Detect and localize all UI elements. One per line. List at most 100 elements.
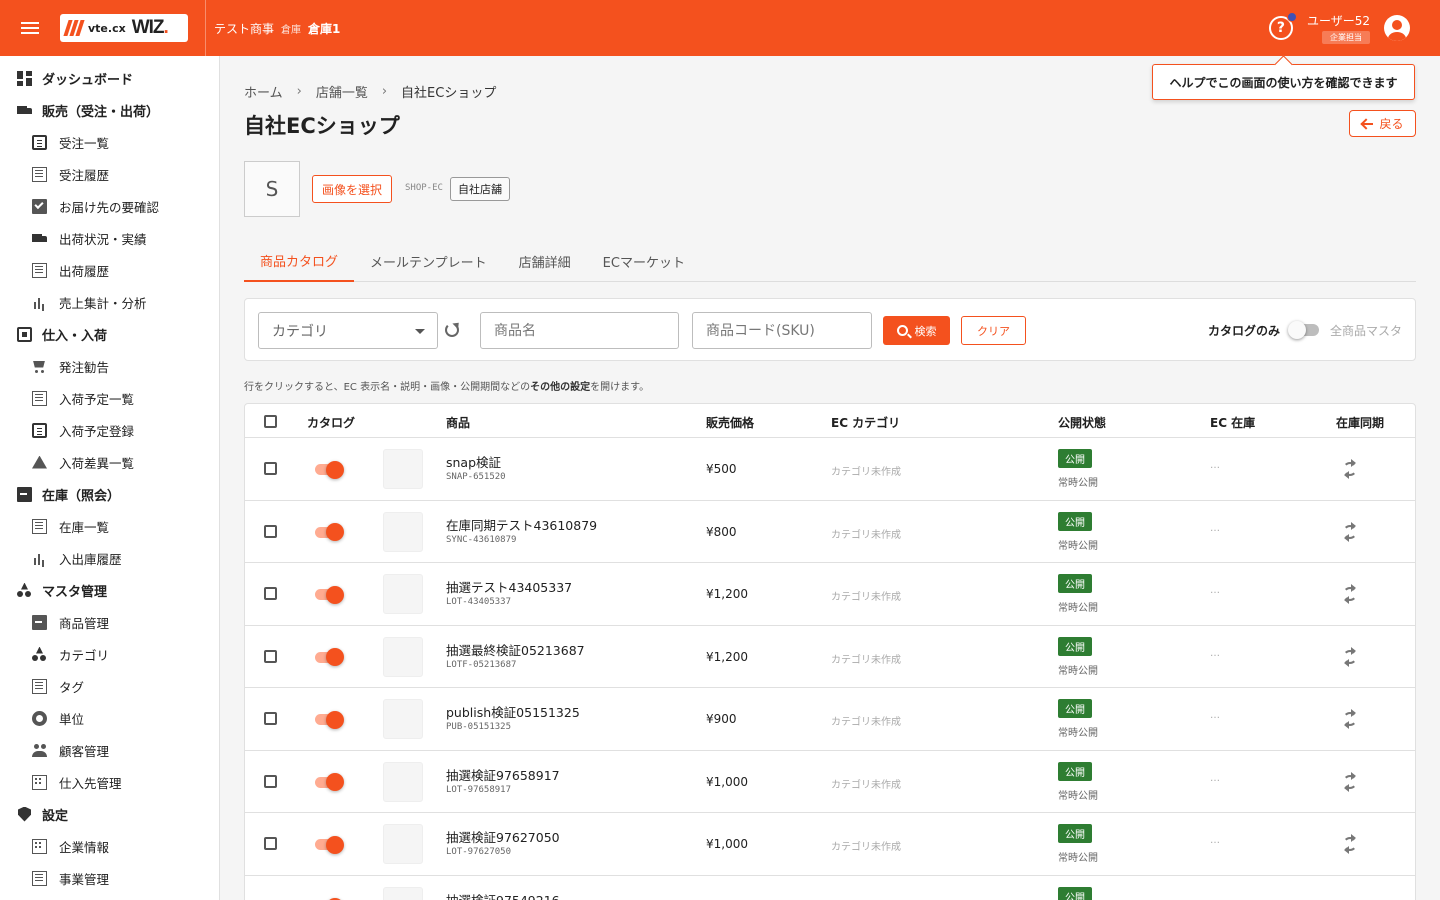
sidebar-item-products[interactable]: 商品管理: [0, 606, 219, 638]
row-checkbox[interactable]: [264, 712, 277, 725]
header-product[interactable]: 商品: [446, 414, 470, 431]
sidebar-item-order-history[interactable]: 受注履歴: [0, 158, 219, 190]
sidebar-item-sales-analysis[interactable]: 売上集計・分析: [0, 286, 219, 318]
catalog-scope-toggle[interactable]: [1288, 321, 1319, 339]
header-status[interactable]: 公開状態: [1058, 414, 1106, 431]
sidebar-item-address-check[interactable]: お届け先の要確認: [0, 190, 219, 222]
select-image-button[interactable]: 画像を選択: [312, 175, 393, 203]
header-ec-category[interactable]: EC カテゴリ: [831, 414, 900, 431]
row-checkbox[interactable]: [264, 462, 277, 475]
sidebar-group-purchasing[interactable]: 仕入・入荷: [0, 318, 219, 350]
product-name: 抽選テスト43405337: [446, 580, 573, 595]
table-header: カタログ 商品 販売価格 EC カテゴリ 公開状態 EC 在庫 在庫同期: [245, 404, 1415, 438]
product-sku: LOT-43405337: [446, 597, 512, 607]
sidebar-group-inventory[interactable]: 在庫（照会）: [0, 478, 219, 510]
sync-icon[interactable]: [1343, 834, 1357, 854]
sidebar-item-orders[interactable]: 受注一覧: [0, 126, 219, 158]
sidebar-item-customers[interactable]: 顧客管理: [0, 734, 219, 766]
truck-icon: [32, 231, 47, 246]
table-row[interactable]: snap検証 SNAP-651520 ¥500 カテゴリ未作成 公開 常時公開…: [245, 438, 1415, 501]
catalog-toggle[interactable]: [315, 523, 344, 541]
row-checkbox[interactable]: [264, 837, 277, 850]
bar-chart-icon: [32, 551, 47, 566]
refresh-icon[interactable]: [445, 323, 459, 337]
sidebar-item-stock-history[interactable]: 入出庫履歴: [0, 542, 219, 574]
row-checkbox[interactable]: [264, 524, 277, 538]
sidebar-item-company-info[interactable]: 企業情報: [0, 830, 219, 862]
select-all-checkbox[interactable]: [264, 415, 277, 428]
product-name: publish検証05151325: [446, 705, 580, 720]
back-button[interactable]: 戻る: [1349, 110, 1416, 137]
header-ec-stock[interactable]: EC 在庫: [1210, 414, 1255, 431]
sku-input[interactable]: [692, 312, 872, 349]
sidebar-item-tags[interactable]: タグ: [0, 670, 219, 702]
sidebar-item-arrival-diff[interactable]: 入荷差異一覧: [0, 446, 219, 478]
table-row[interactable]: 抽選検証97549216 公開: [245, 876, 1415, 900]
sidebar-item-suppliers[interactable]: 仕入先管理: [0, 766, 219, 798]
sync-icon[interactable]: [1343, 709, 1357, 729]
catalog-toggle[interactable]: [315, 585, 344, 604]
app-logo[interactable]: vte.cx WIZ.: [60, 14, 188, 42]
sidebar-item-categories[interactable]: カテゴリ: [0, 638, 219, 670]
sync-icon[interactable]: [1343, 584, 1357, 604]
sidebar-item-stock-list[interactable]: 在庫一覧: [0, 510, 219, 542]
catalog-toggle[interactable]: [315, 648, 344, 666]
row-checkbox[interactable]: [264, 774, 277, 788]
sidebar-item-business[interactable]: 事業管理: [0, 862, 219, 894]
sidebar-group-dashboard[interactable]: ダッシュボード: [0, 62, 219, 94]
menu-button[interactable]: [0, 0, 60, 56]
sidebar-item-arrival-list[interactable]: 入荷予定一覧: [0, 382, 219, 414]
account-icon[interactable]: [1384, 15, 1410, 41]
product-thumbnail: [383, 824, 423, 864]
sync-icon[interactable]: [1343, 459, 1357, 479]
table-row[interactable]: publish検証05151325 PUB-05151325 ¥900 カテゴリ未作成…: [245, 688, 1415, 751]
user-info[interactable]: ユーザー52 企業担当: [1307, 12, 1370, 44]
category-select[interactable]: カテゴリ: [258, 312, 438, 349]
header-stock-sync[interactable]: 在庫同期: [1336, 414, 1384, 431]
clear-button[interactable]: クリア: [961, 316, 1026, 345]
tab-shop-details[interactable]: 店舗詳細: [503, 240, 587, 282]
sync-icon[interactable]: [1343, 521, 1357, 542]
table-row[interactable]: 抽選検証97627050 LOT-97627050 ¥1,000 カテゴリ未作成 公開常…: [245, 813, 1415, 876]
sidebar-group-settings[interactable]: 設定: [0, 798, 219, 830]
arrow-left-icon: [1361, 119, 1374, 129]
product-thumbnail: [383, 761, 423, 802]
help-icon[interactable]: ?: [1268, 12, 1297, 40]
table-row[interactable]: 在庫同期テスト43610879 SYNC-43610879 ¥800 カテゴリ未作成 公…: [245, 501, 1415, 563]
sidebar-item-order-advice[interactable]: 発注勧告: [0, 350, 219, 382]
tab-product-catalog[interactable]: 商品カタログ: [244, 240, 355, 282]
sidebar-group-sales[interactable]: 販売（受注・出荷）: [0, 94, 219, 126]
sidebar-item-units[interactable]: 単位: [0, 702, 219, 734]
table-row[interactable]: 抽選最終検証05213687 LOTF-05213687 ¥1,200 カテゴリ未作成…: [245, 626, 1415, 688]
sync-icon[interactable]: [1343, 771, 1357, 792]
ec-category: カテゴリ未作成: [831, 842, 901, 853]
tab-bar: 商品カタログ メールテンプレート 店舗詳細 ECマーケット: [244, 240, 1416, 282]
sidebar-item-shipping-history[interactable]: 出荷履歴: [0, 254, 219, 286]
sidebar-group-master[interactable]: マスタ管理: [0, 574, 219, 606]
breadcrumb-current: 自社ECショップ: [401, 86, 497, 101]
row-checkbox[interactable]: [264, 587, 277, 600]
sidebar-item-arrival-register[interactable]: 入荷予定登録: [0, 414, 219, 446]
sync-icon[interactable]: [1343, 646, 1357, 667]
table-row[interactable]: 抽選テスト43405337 LOT-43405337 ¥1,200 カテゴリ未作成 公開…: [245, 563, 1415, 626]
table-row[interactable]: 抽選検証97658917 LOT-97658917 ¥1,000 カテゴリ未作成 公開常…: [245, 751, 1415, 813]
shop-type-chip: 自社店舗: [450, 177, 510, 201]
sidebar-item-shipping-status[interactable]: 出荷状況・実績: [0, 222, 219, 254]
product-name-input[interactable]: [480, 312, 679, 349]
catalog-toggle[interactable]: [315, 710, 344, 729]
header-catalog[interactable]: カタログ: [307, 414, 355, 431]
catalog-toggle[interactable]: [315, 460, 344, 479]
search-button[interactable]: 検索: [883, 316, 950, 345]
product-sku: SNAP-651520: [446, 472, 506, 482]
table-hint: 行をクリックすると、EC 表示名・説明・画像・公開期間などのその他の設定を開けま…: [244, 382, 650, 393]
tab-ec-market[interactable]: ECマーケット: [587, 240, 701, 282]
row-checkbox[interactable]: [264, 649, 277, 663]
catalog-toggle[interactable]: [315, 773, 344, 791]
breadcrumb-shops[interactable]: 店舗一覧: [316, 82, 368, 101]
breadcrumb-home[interactable]: ホーム: [244, 82, 283, 101]
tab-mail-template[interactable]: メールテンプレート: [354, 240, 503, 282]
header-price[interactable]: 販売価格: [706, 414, 754, 431]
catalog-toggle[interactable]: [315, 835, 344, 854]
product-price: ¥1,200: [706, 587, 748, 601]
tenant-context[interactable]: テスト商事 倉庫 倉庫1: [214, 20, 340, 37]
